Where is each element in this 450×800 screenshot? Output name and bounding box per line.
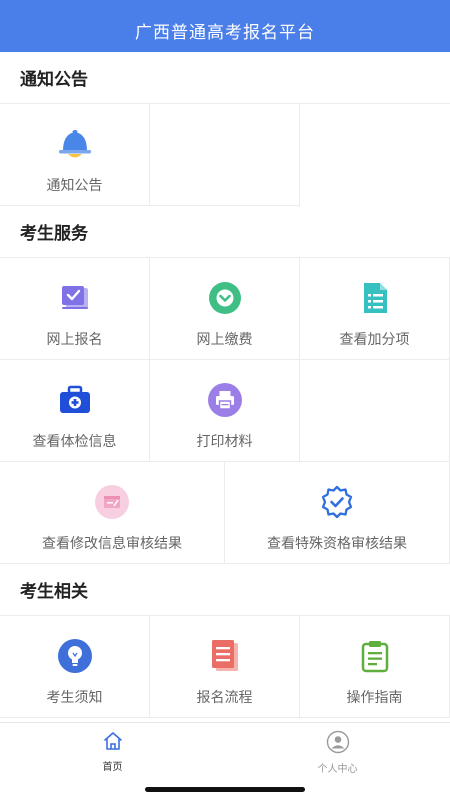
print-materials-label: 打印材料 [196,434,253,450]
registration-process-button[interactable]: 报名流程 [150,616,300,718]
modify-info-review-icon [94,484,130,520]
medical-info-button[interactable]: 查看体检信息 [0,360,150,462]
medical-info-label: 查看体检信息 [32,434,117,450]
empty-cell [300,360,450,462]
services-grid: 网上报名 网上缴费 查看加分项 查看体检信息 打印材料 查看修改信息审核结果 查… [0,258,450,564]
notice-button[interactable]: 通知公告 [0,104,150,206]
online-payment-button[interactable]: 网上缴费 [150,258,300,360]
section-title-related: 考生相关 [0,564,450,616]
notice-grid: 通知公告 [0,104,450,206]
online-payment-label: 网上缴费 [196,332,253,348]
printer-icon [207,382,243,418]
operation-guide-label: 操作指南 [346,690,403,706]
online-registration-label: 网上报名 [46,332,103,348]
home-icon [102,730,124,756]
online-payment-icon [207,280,243,316]
tab-profile-label: 个人中心 [317,764,358,775]
process-document-icon [207,638,243,674]
tab-home-label: 首页 [102,762,123,773]
verified-badge-icon [319,484,355,520]
lightbulb-icon [57,638,93,674]
operation-guide-button[interactable]: 操作指南 [300,616,450,718]
user-center-icon [326,730,350,758]
section-title-notice: 通知公告 [0,52,450,104]
main-content: 通知公告 通知公告 考生服务 网上报名 网上缴费 查看加分项 查看体检信息 打印… [0,52,450,722]
registration-process-label: 报名流程 [196,690,253,706]
medical-kit-icon [57,382,93,418]
bonus-points-document-icon [357,280,393,316]
bell-icon [57,126,93,162]
home-indicator [145,787,305,792]
section-title-services: 考生服务 [0,206,450,258]
online-registration-button[interactable]: 网上报名 [0,258,150,360]
bonus-points-label: 查看加分项 [339,332,410,348]
empty-cell [150,104,300,206]
special-qualification-result-button[interactable]: 查看特殊资格审核结果 [225,462,450,564]
notice-label: 通知公告 [46,178,103,194]
related-grid: 考生须知 报名流程 操作指南 [0,616,450,718]
modify-info-result-button[interactable]: 查看修改信息审核结果 [0,462,225,564]
online-registration-icon [57,280,93,316]
candidate-notice-label: 考生须知 [46,690,103,706]
candidate-notice-button[interactable]: 考生须知 [0,616,150,718]
print-materials-button[interactable]: 打印材料 [150,360,300,462]
app-title: 广西普通高考报名平台 [135,23,315,43]
modify-info-result-label: 查看修改信息审核结果 [42,536,182,552]
app-header: 广西普通高考报名平台 [0,0,450,52]
special-qualification-result-label: 查看特殊资格审核结果 [267,536,407,552]
guide-clipboard-icon [357,638,393,674]
bonus-points-button[interactable]: 查看加分项 [300,258,450,360]
